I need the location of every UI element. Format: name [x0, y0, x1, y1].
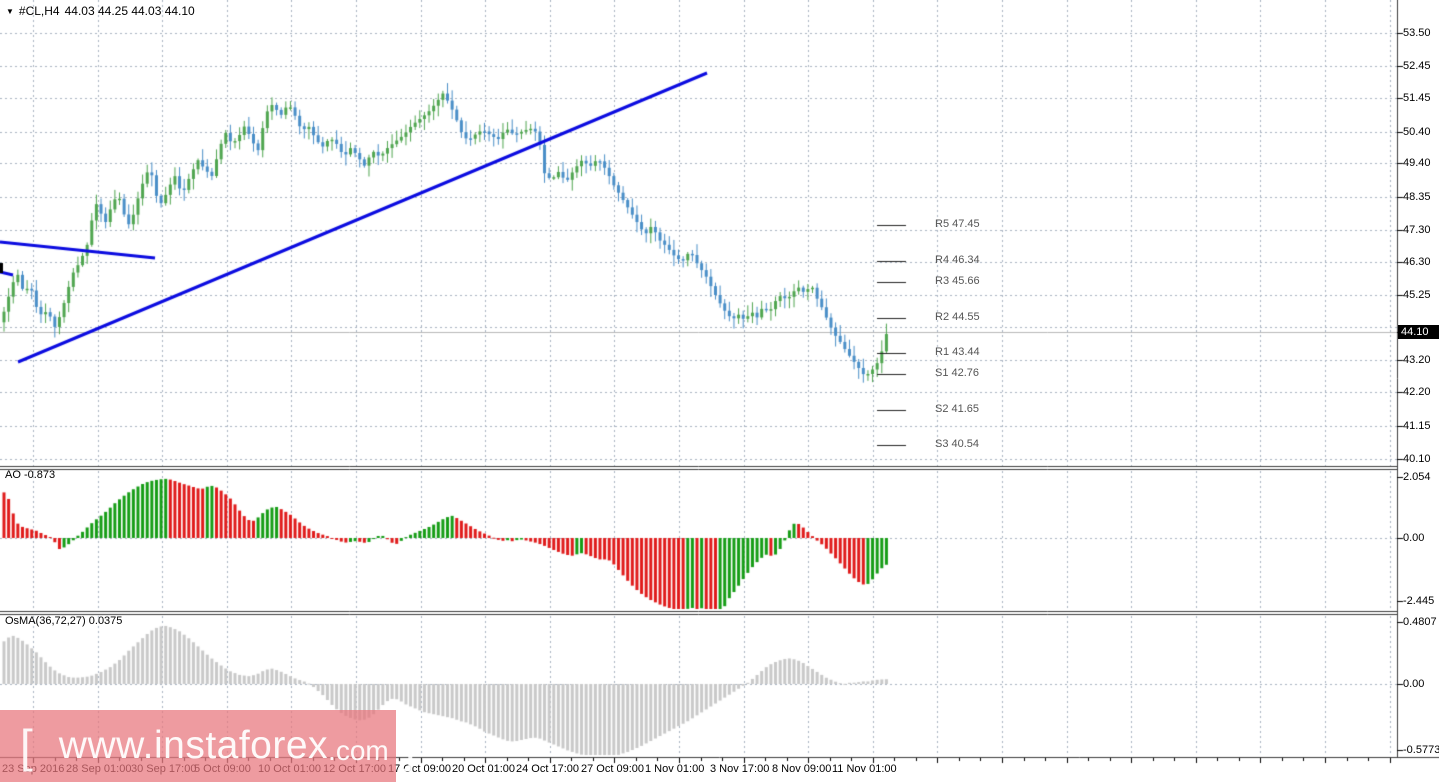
time-axis-label: 10 Oct 01:00	[258, 763, 321, 775]
pivot-level-label: S3 40.54	[935, 437, 980, 450]
osma-scale-label: 0.4807	[1403, 616, 1437, 628]
pivot-level-label: R3 45.66	[935, 275, 980, 288]
ao-name: AO	[5, 469, 21, 481]
time-axis-label: 8 Nov 09:00	[772, 763, 832, 775]
ohlc-values: 44.03 44.25 44.03 44.10	[64, 4, 195, 18]
osma-current-value: 0.0375	[88, 615, 123, 627]
price-axis-label: 45.25	[1403, 289, 1431, 302]
time-axis-label: 3 Nov 17:00	[710, 763, 770, 775]
chart-title: ▼ #CL,H4 44.03 44.25 44.03 44.10	[6, 4, 195, 18]
time-axis-label: 11 Nov 01:00	[832, 763, 897, 775]
pivot-level-label: S1 42.76	[935, 367, 980, 380]
time-axis-label: 5 Oct 09:00	[194, 763, 251, 775]
dropdown-arrow-icon[interactable]: ▼	[6, 7, 14, 16]
osma-name: OsMA(36,72,27)	[5, 615, 86, 627]
price-axis-label: 51.45	[1403, 92, 1431, 105]
price-axis-label: 46.30	[1403, 255, 1431, 268]
osma-scale-label: 0.00	[1403, 678, 1425, 690]
chart-canvas[interactable]	[0, 0, 1439, 782]
osma-indicator-label: OsMA(36,72,27) 0.0375	[5, 615, 122, 627]
time-axis-label: 17 Oct 09:00	[388, 763, 451, 775]
price-axis-label: 40.10	[1403, 452, 1431, 465]
price-axis-label: 53.50	[1403, 27, 1431, 39]
ao-scale-label: 0.00	[1403, 532, 1425, 544]
ao-scale-label: -2.445	[1403, 595, 1435, 607]
time-axis-label: 24 Oct 17:00	[516, 763, 579, 775]
pivot-level-label: R2 44.55	[935, 310, 980, 323]
pivot-level-label: R5 47.45	[935, 218, 980, 231]
price-axis-label: 41.15	[1403, 419, 1431, 432]
price-axis-label: 50.40	[1403, 125, 1431, 138]
ao-indicator-label: AO -0.873	[5, 469, 55, 481]
ao-scale-label: 2.054	[1403, 471, 1431, 483]
time-axis-label: 12 Oct 17:00	[323, 763, 386, 775]
current-price-badge: 44.10	[1398, 324, 1439, 339]
price-axis-label: 47.30	[1403, 224, 1431, 237]
mt4-chart-window: 53.50 52.45 51.45 50.40 49.40 48.35 47.30 46.30…	[0, 0, 1439, 782]
symbol-period-label: #CL,H4	[18, 4, 60, 18]
price-axis-label: 48.35	[1403, 190, 1431, 203]
pivot-level-label: S2 41.65	[935, 402, 980, 415]
pivot-level-label: R1 43.44	[935, 345, 980, 358]
time-axis-label: 23 Sep 2016	[2, 763, 65, 775]
time-axis-label: 27 Oct 09:00	[581, 763, 644, 775]
price-axis-label: 52.45	[1403, 60, 1431, 73]
price-axis-label: 49.40	[1403, 157, 1431, 170]
price-axis-label: 42.20	[1403, 386, 1431, 399]
time-axis-label: 28 Sep 01:00	[66, 763, 132, 775]
osma-scale-label: -0.5773	[1403, 744, 1439, 756]
price-axis-label: 43.20	[1403, 354, 1431, 367]
time-axis-label: 30 Sep 17:00	[131, 763, 197, 775]
time-axis-label: 20 Oct 01:00	[452, 763, 515, 775]
pivot-level-label: R4 46.34	[935, 253, 980, 266]
time-axis-label: 1 Nov 01:00	[645, 763, 705, 775]
ao-current-value: -0.873	[23, 469, 56, 481]
